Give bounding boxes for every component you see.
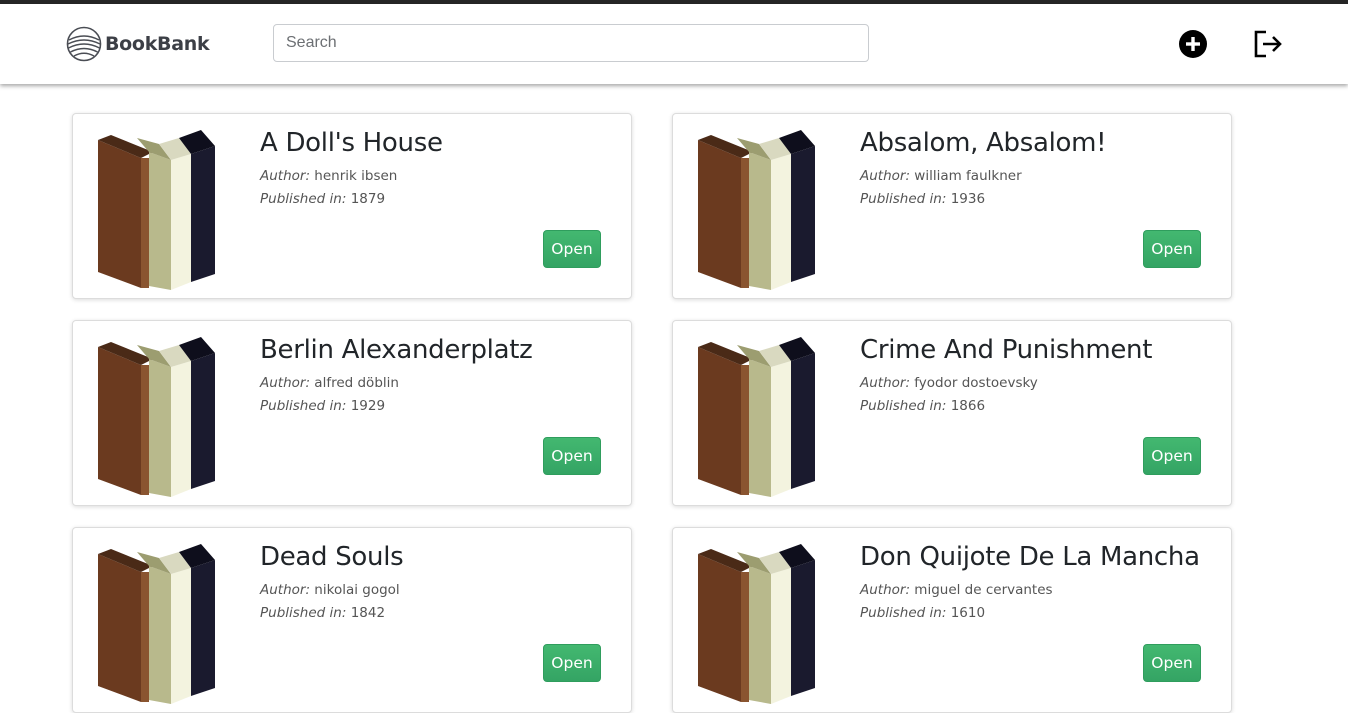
author-value: henrik ibsen	[314, 168, 398, 184]
search-input[interactable]	[273, 24, 869, 62]
author-label: Author:	[260, 168, 310, 184]
book-cover-icon	[98, 544, 215, 704]
book-card: Crime And Punishment Author: fyodor dost…	[672, 320, 1232, 506]
open-button[interactable]: Open	[1143, 644, 1201, 682]
book-author: Author: henrik ibsen	[260, 168, 397, 184]
book-author: Author: william faulkner	[860, 168, 1022, 184]
plus-circle-icon	[1179, 30, 1207, 58]
logout-icon	[1254, 30, 1282, 58]
open-button[interactable]: Open	[1143, 437, 1201, 475]
author-value: nikolai gogol	[314, 582, 400, 598]
author-value: fyodor dostoevsky	[914, 375, 1038, 391]
published-value: 1936	[950, 191, 986, 207]
add-book-button[interactable]	[1177, 28, 1209, 60]
author-value: william faulkner	[914, 168, 1022, 184]
author-label: Author:	[860, 168, 910, 184]
brand[interactable]: BookBank	[66, 26, 210, 62]
published-value: 1929	[350, 398, 386, 414]
book-title: Dead Souls	[260, 542, 404, 572]
book-cover-icon	[698, 337, 815, 497]
book-published: Published in: 1879	[260, 191, 385, 207]
logout-button[interactable]	[1252, 28, 1284, 60]
book-author: Author: fyodor dostoevsky	[860, 375, 1038, 391]
author-value: alfred döblin	[314, 375, 399, 391]
published-label: Published in:	[860, 605, 947, 621]
published-value: 1879	[350, 191, 386, 207]
author-label: Author:	[860, 375, 910, 391]
published-label: Published in:	[860, 191, 947, 207]
book-published: Published in: 1936	[860, 191, 985, 207]
book-card: Dead Souls Author: nikolai gogol Publish…	[72, 527, 632, 713]
author-label: Author:	[260, 375, 310, 391]
author-value: miguel de cervantes	[914, 582, 1053, 598]
author-label: Author:	[860, 582, 910, 598]
published-value: 1610	[950, 605, 986, 621]
book-title: Berlin Alexanderplatz	[260, 335, 533, 365]
book-author: Author: alfred döblin	[260, 375, 399, 391]
book-published: Published in: 1610	[860, 605, 985, 621]
book-cover-icon	[698, 544, 815, 704]
book-cover-icon	[698, 130, 815, 290]
book-card: Don Quijote De La Mancha Author: miguel …	[672, 527, 1232, 713]
published-label: Published in:	[260, 191, 347, 207]
book-published: Published in: 1842	[260, 605, 385, 621]
open-button[interactable]: Open	[543, 644, 601, 682]
book-published: Published in: 1929	[260, 398, 385, 414]
book-card: Berlin Alexanderplatz Author: alfred döb…	[72, 320, 632, 506]
published-label: Published in:	[260, 605, 347, 621]
book-cover-icon	[98, 337, 215, 497]
open-button[interactable]: Open	[543, 437, 601, 475]
open-button[interactable]: Open	[1143, 230, 1201, 268]
book-title: A Doll's House	[260, 128, 443, 158]
book-published: Published in: 1866	[860, 398, 985, 414]
book-author: Author: nikolai gogol	[260, 582, 400, 598]
published-value: 1866	[950, 398, 986, 414]
open-button[interactable]: Open	[543, 230, 601, 268]
book-card: A Doll's House Author: henrik ibsen Publ…	[72, 113, 632, 299]
published-value: 1842	[350, 605, 386, 621]
book-author: Author: miguel de cervantes	[860, 582, 1053, 598]
published-label: Published in:	[260, 398, 347, 414]
navbar: BookBank	[0, 4, 1348, 84]
logo-icon	[66, 26, 102, 62]
author-label: Author:	[260, 582, 310, 598]
brand-name: BookBank	[105, 33, 210, 55]
book-title: Crime And Punishment	[860, 335, 1153, 365]
book-cover-icon	[98, 130, 215, 290]
book-title: Absalom, Absalom!	[860, 128, 1107, 158]
published-label: Published in:	[860, 398, 947, 414]
book-card: Absalom, Absalom! Author: william faulkn…	[672, 113, 1232, 299]
book-title: Don Quijote De La Mancha	[860, 542, 1200, 572]
